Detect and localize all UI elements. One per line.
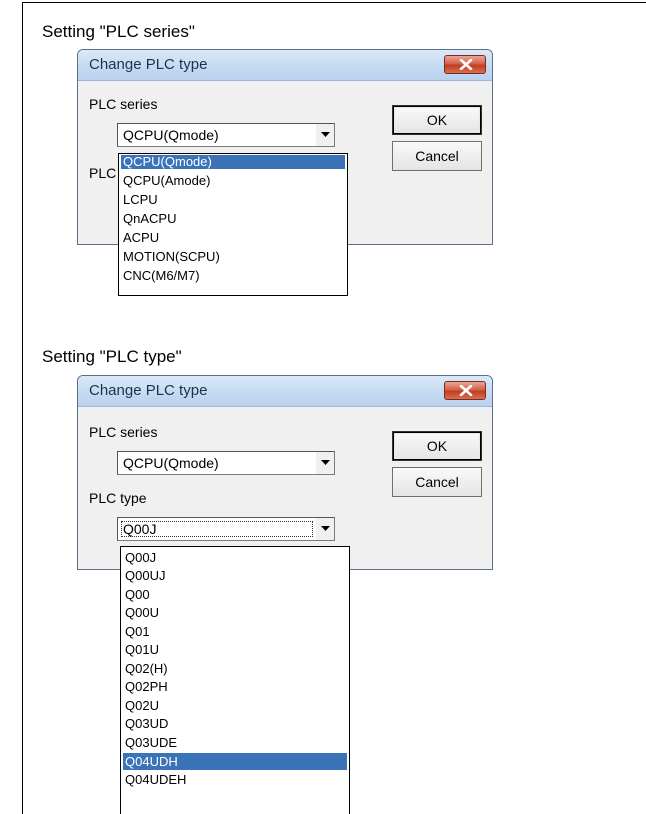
plc-type-label: PLC type: [89, 490, 147, 506]
close-x-icon: [459, 385, 473, 396]
chevron-down-icon: [321, 526, 330, 531]
section-heading-plc-type: Setting "PLC type": [42, 347, 182, 366]
dropdown-option[interactable]: CNC(M6/M7): [121, 269, 345, 283]
change-plc-type-dialog-2: Change PLC type PLC series QCPU(Qmode) P…: [77, 375, 493, 570]
section-heading-plc-series: Setting "PLC series": [42, 22, 195, 41]
dropdown-option[interactable]: Q02U: [123, 699, 347, 713]
dropdown-option[interactable]: Q03UDE: [123, 736, 347, 750]
plc-type-value: Q00J: [123, 521, 157, 537]
dropdown-option[interactable]: ACPU: [121, 231, 345, 245]
dialog-title: Change PLC type: [89, 382, 208, 399]
plc-series-combo[interactable]: QCPU(Qmode): [117, 123, 335, 147]
dropdown-option[interactable]: Q01U: [123, 643, 347, 657]
dropdown-option[interactable]: Q00UJ: [123, 569, 347, 583]
dropdown-option[interactable]: Q02PH: [123, 680, 347, 694]
plc-type-combo[interactable]: Q00J: [117, 517, 335, 541]
dropdown-option[interactable]: QnACPU: [121, 212, 345, 226]
ok-button[interactable]: OK: [392, 431, 482, 461]
dropdown-option-selected[interactable]: Q04UDH: [123, 753, 347, 770]
dropdown-option[interactable]: Q02(H): [123, 662, 347, 676]
combo-arrow[interactable]: [315, 452, 334, 474]
cancel-button[interactable]: Cancel: [392, 467, 482, 497]
chevron-down-icon: [321, 132, 330, 137]
dialog-titlebar: Change PLC type: [78, 50, 492, 81]
dropdown-option[interactable]: Q03UD: [123, 717, 347, 731]
dialog-titlebar: Change PLC type: [78, 376, 492, 407]
dropdown-option[interactable]: Q00J: [123, 551, 347, 565]
plc-series-value: QCPU(Qmode): [123, 127, 219, 143]
plc-series-dropdown-list[interactable]: QCPU(Qmode) QCPU(Amode) LCPU QnACPU ACPU…: [118, 153, 348, 296]
dropdown-option[interactable]: Q00U: [123, 606, 347, 620]
plc-type-dropdown-list[interactable]: Q00J Q00UJ Q00 Q00U Q01 Q01U Q02(H) Q02P…: [120, 546, 350, 814]
dropdown-option-selected[interactable]: QCPU(Qmode): [121, 155, 345, 169]
plc-type-label-partial: PLC: [89, 165, 117, 181]
combo-arrow[interactable]: [315, 518, 334, 540]
dropdown-option[interactable]: Q04UDEH: [123, 773, 347, 787]
plc-series-combo[interactable]: QCPU(Qmode): [117, 451, 335, 475]
dropdown-option[interactable]: Q01: [123, 625, 347, 639]
dialog-title: Change PLC type: [89, 56, 208, 73]
dropdown-option[interactable]: MOTION(SCPU): [121, 250, 345, 264]
close-button[interactable]: [444, 55, 486, 74]
cancel-button[interactable]: Cancel: [392, 141, 482, 171]
dropdown-option[interactable]: Q00: [123, 588, 347, 602]
close-x-icon: [459, 59, 473, 70]
plc-series-label: PLC series: [89, 424, 158, 440]
dropdown-option[interactable]: QCPU(Amode): [121, 174, 345, 188]
dropdown-option[interactable]: LCPU: [121, 193, 345, 207]
combo-arrow[interactable]: [315, 124, 334, 146]
ok-button[interactable]: OK: [392, 105, 482, 135]
plc-series-label: PLC series: [89, 96, 158, 112]
close-button[interactable]: [444, 381, 486, 400]
chevron-down-icon: [321, 460, 330, 465]
plc-series-value: QCPU(Qmode): [123, 455, 219, 471]
